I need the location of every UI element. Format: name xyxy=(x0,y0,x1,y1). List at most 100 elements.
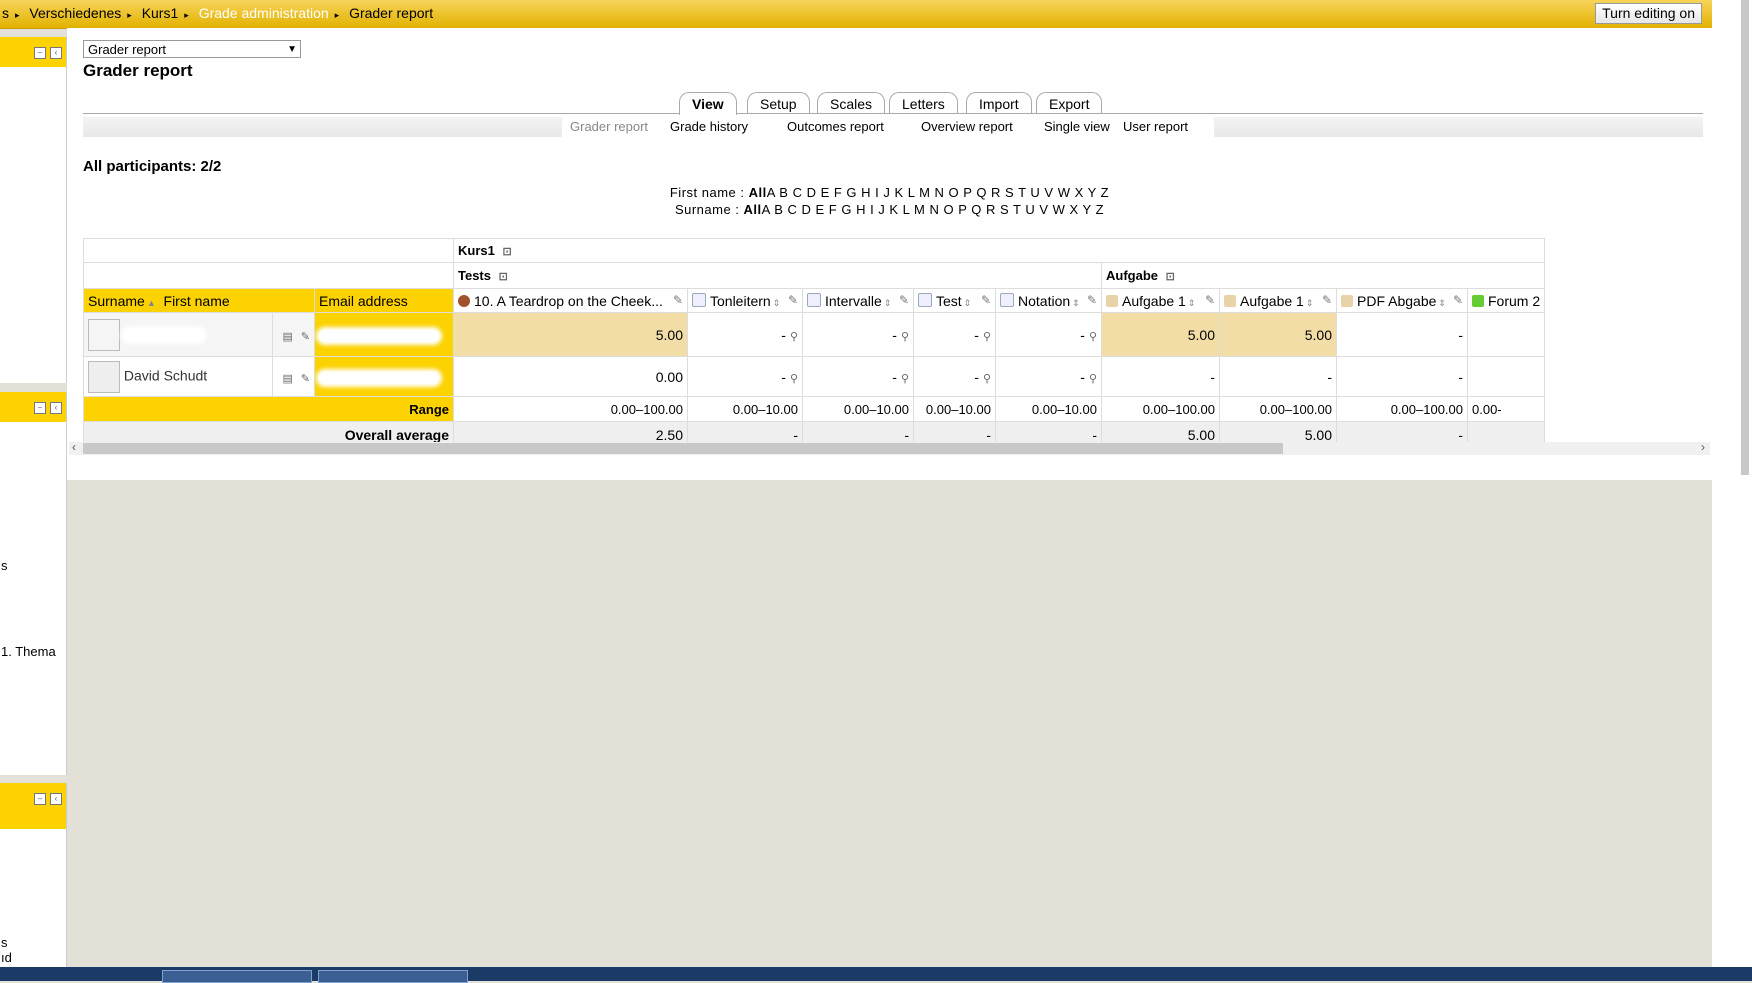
horizontal-scrollbar[interactable]: ‹ › xyxy=(69,440,1710,455)
sidebar-text[interactable]: ıd xyxy=(1,950,12,965)
grade-cell[interactable]: 0.00 xyxy=(453,356,688,397)
tab-export[interactable]: Export xyxy=(1036,92,1103,113)
initial-letters[interactable]: A B C D E F G H I J K L M N O P Q R S T … xyxy=(762,202,1104,217)
sort-icon[interactable]: ⇕ xyxy=(1072,298,1080,308)
search-icon[interactable]: ⚲ xyxy=(983,373,991,385)
grade-cell[interactable]: - ⚲ xyxy=(687,312,803,357)
report-icon[interactable]: ▤ xyxy=(282,331,292,343)
taskbar-window-button[interactable] xyxy=(162,970,312,983)
grade-cell[interactable]: - ⚲ xyxy=(802,356,914,397)
scroll-left-icon[interactable]: ‹ xyxy=(72,440,76,454)
breadcrumb-item[interactable]: Grade administration xyxy=(199,5,329,21)
breadcrumb-item[interactable]: Verschiedenes xyxy=(29,5,121,21)
initial-all-link[interactable]: All xyxy=(744,202,762,217)
edit-icon[interactable]: ✎ xyxy=(899,293,909,307)
sidebar-text[interactable]: s xyxy=(1,935,8,950)
grade-cell[interactable]: 5.00 xyxy=(1219,312,1337,357)
expand-icon[interactable]: ⊡ xyxy=(1166,271,1175,283)
grade-cell[interactable]: - ⚲ xyxy=(995,312,1102,357)
edit-icon[interactable]: ✎ xyxy=(1453,293,1463,307)
expand-icon[interactable]: ⊡ xyxy=(499,271,508,283)
sort-icon[interactable]: ⇕ xyxy=(884,298,892,308)
search-icon[interactable]: ⚲ xyxy=(790,373,798,385)
collapse-icon[interactable]: – xyxy=(34,402,46,414)
expand-icon[interactable]: ⊡ xyxy=(502,246,511,258)
grade-cell[interactable]: - xyxy=(1219,356,1337,397)
edit-icon[interactable]: ✎ xyxy=(301,373,310,385)
browser-scrollbar-thumb[interactable] xyxy=(1741,0,1749,475)
sort-icon[interactable]: ⇕ xyxy=(1188,298,1196,308)
breadcrumb-item[interactable]: s xyxy=(2,5,9,21)
tab-letters[interactable]: Letters xyxy=(889,92,958,113)
grade-item-link[interactable]: Intervalle xyxy=(825,293,882,309)
horizontal-scrollbar-thumb[interactable] xyxy=(83,443,1283,454)
sort-icon[interactable]: ⇕ xyxy=(964,298,972,308)
avatar[interactable] xyxy=(88,360,120,393)
grade-cell[interactable]: 5.00 xyxy=(1101,312,1220,357)
sidebar-link[interactable]: 1. Thema xyxy=(1,644,56,659)
report-icon[interactable]: ▤ xyxy=(282,373,292,385)
grade-item-link[interactable]: Tonleitern xyxy=(710,293,771,309)
sort-icon[interactable]: ⇕ xyxy=(1306,298,1314,308)
search-icon[interactable]: ⚲ xyxy=(901,331,909,343)
grade-cell[interactable]: - xyxy=(1336,356,1468,397)
sidebar-text[interactable]: s xyxy=(1,558,8,573)
grade-item-link[interactable]: Aufgabe 1 xyxy=(1122,293,1186,309)
grade-cell[interactable]: - ⚲ xyxy=(913,312,996,357)
edit-icon[interactable]: ✎ xyxy=(673,293,683,307)
grade-cell[interactable]: 5.00 xyxy=(453,312,688,357)
tab-scales[interactable]: Scales xyxy=(817,92,886,113)
initial-all-link[interactable]: All xyxy=(749,185,767,200)
tab-import[interactable]: Import xyxy=(966,92,1032,113)
collapse-icon[interactable]: – xyxy=(34,47,46,59)
search-icon[interactable]: ⚲ xyxy=(790,331,798,343)
grade-cell[interactable]: - xyxy=(1101,356,1220,397)
grade-item-link[interactable]: Forum 2 xyxy=(1488,293,1540,309)
grade-cell[interactable]: - ⚲ xyxy=(995,356,1102,397)
sort-email-link[interactable]: Email address xyxy=(319,293,408,309)
search-icon[interactable]: ⚲ xyxy=(1089,331,1097,343)
report-selector[interactable]: Grader report ▼ xyxy=(83,40,301,58)
search-icon[interactable]: ⚲ xyxy=(983,331,991,343)
grade-cell[interactable]: - ⚲ xyxy=(802,312,914,357)
search-icon[interactable]: ⚲ xyxy=(1089,373,1097,385)
grade-item-link[interactable]: Notation xyxy=(1018,293,1070,309)
breadcrumb-item[interactable]: Kurs1 xyxy=(142,5,179,21)
edit-icon[interactable]: ✎ xyxy=(788,293,798,307)
dock-icon[interactable]: ‹ xyxy=(50,47,62,59)
search-icon[interactable]: ⚲ xyxy=(901,373,909,385)
subtab-outcomes-report[interactable]: Outcomes report xyxy=(787,119,884,134)
grade-cell[interactable]: - ⚲ xyxy=(687,356,803,397)
grade-cell[interactable] xyxy=(1466,356,1546,397)
scroll-right-icon[interactable]: › xyxy=(1701,440,1705,454)
dock-icon[interactable]: ‹ xyxy=(50,402,62,414)
subtab-overview-report[interactable]: Overview report xyxy=(921,119,1013,134)
grade-item-link[interactable]: Aufgabe 1 xyxy=(1240,293,1304,309)
redacted-name[interactable] xyxy=(123,328,204,341)
grade-item-link[interactable]: 10. A Teardrop on the Cheek... xyxy=(474,293,663,309)
initial-letters[interactable]: A B C D E F G H I J K L M N O P Q R S T … xyxy=(767,185,1109,200)
grade-cell[interactable]: - ⚲ xyxy=(913,356,996,397)
grade-cell[interactable] xyxy=(1466,312,1546,357)
collapse-icon[interactable]: – xyxy=(34,793,46,805)
sort-surname-link[interactable]: Surname xyxy=(88,293,145,309)
grade-item-link[interactable]: PDF Abgabe xyxy=(1357,293,1436,309)
sort-firstname-link[interactable]: First name xyxy=(164,293,230,309)
grade-cell[interactable]: - xyxy=(1336,312,1468,357)
avatar[interactable] xyxy=(88,318,120,351)
sort-asc-icon[interactable]: ▲ xyxy=(147,298,156,308)
subtab-grade-history[interactable]: Grade history xyxy=(670,119,748,134)
edit-icon[interactable]: ✎ xyxy=(1205,293,1215,307)
sort-icon[interactable]: ⇕ xyxy=(1438,298,1446,308)
subtab-user-report[interactable]: User report xyxy=(1123,119,1188,134)
tab-setup[interactable]: Setup xyxy=(747,92,810,113)
student-name[interactable]: David Schudt xyxy=(124,367,207,383)
edit-icon[interactable]: ✎ xyxy=(1087,293,1097,307)
subtab-single-view[interactable]: Single view xyxy=(1044,119,1110,134)
edit-icon[interactable]: ✎ xyxy=(1322,293,1332,307)
edit-icon[interactable]: ✎ xyxy=(301,331,310,343)
turn-editing-on-button[interactable]: Turn editing on xyxy=(1595,3,1702,24)
tab-view[interactable]: View xyxy=(679,92,737,115)
edit-icon[interactable]: ✎ xyxy=(981,293,991,307)
dock-icon[interactable]: ‹ xyxy=(50,793,62,805)
